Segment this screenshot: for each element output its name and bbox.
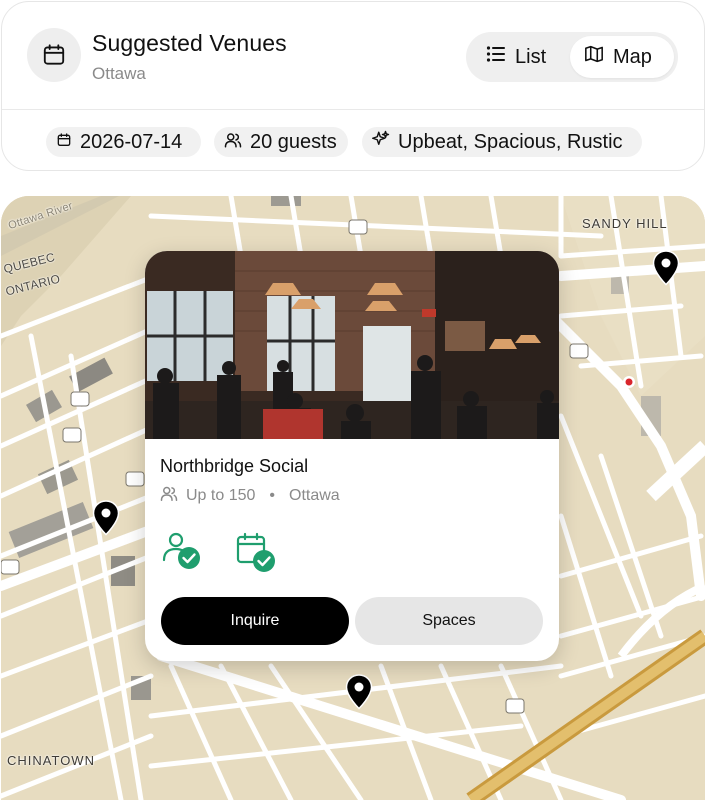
- list-view-button[interactable]: List: [472, 36, 570, 78]
- venue-photo: [145, 251, 559, 439]
- venue-pin-south[interactable]: [345, 674, 373, 710]
- users-icon: [224, 131, 242, 154]
- guests-filter-chip[interactable]: 20 guests: [214, 127, 348, 157]
- map-view-label: Map: [613, 45, 652, 68]
- vibe-filter-chip[interactable]: Upbeat, Spacious, Rustic: [362, 127, 642, 157]
- venue-name: Northbridge Social: [160, 456, 309, 476]
- users-icon: [160, 486, 178, 506]
- vibe-value: Upbeat, Spacious, Rustic: [398, 130, 623, 153]
- search-summary-card: Suggested Venues Ottawa List Map 2026-07…: [1, 1, 705, 171]
- list-icon: [486, 45, 506, 69]
- spaces-button[interactable]: Spaces: [355, 597, 543, 645]
- date-filter-chip[interactable]: 2026-07-14: [46, 127, 201, 157]
- list-view-label: List: [515, 45, 547, 68]
- guests-value: 20 guests: [250, 130, 337, 153]
- venue-popup-card[interactable]: Northbridge Social Up to 150 • Ottawa In…: [145, 251, 559, 661]
- location-subtitle: Ottawa: [92, 64, 146, 83]
- map-label-chinatown: CHINATOWN: [7, 753, 95, 768]
- group-check-icon: [162, 532, 200, 569]
- sparkles-icon: [372, 130, 390, 154]
- view-toggle: List Map: [466, 32, 678, 82]
- venue-capacity: Up to 150: [186, 487, 256, 504]
- venue-pin-west[interactable]: [92, 500, 120, 536]
- venue-meta: Up to 150 • Ottawa: [160, 486, 340, 506]
- map-label-sandy-hill: SANDY HILL: [582, 216, 668, 231]
- calendar-small-icon: [56, 131, 72, 154]
- inquire-button[interactable]: Inquire: [161, 597, 349, 645]
- map-view-button[interactable]: Map: [570, 36, 674, 78]
- map-icon: [584, 45, 604, 69]
- venue-city: Ottawa: [289, 487, 340, 504]
- calendar-check-icon: [236, 532, 275, 572]
- calendar-icon: [27, 28, 81, 82]
- header-divider: [2, 109, 704, 110]
- meta-separator: •: [269, 487, 275, 504]
- date-value: 2026-07-14: [80, 130, 183, 153]
- venue-pin-sandy-hill[interactable]: [652, 250, 680, 286]
- page-title: Suggested Venues: [92, 30, 287, 56]
